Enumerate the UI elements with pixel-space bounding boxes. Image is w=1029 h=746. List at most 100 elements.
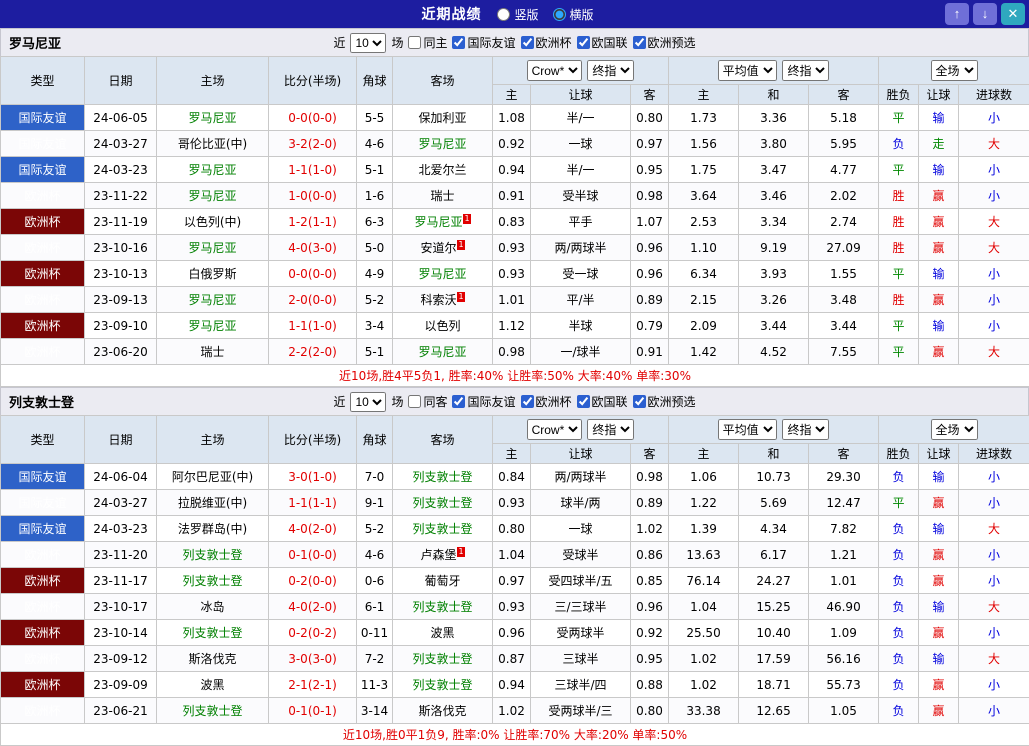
home-team[interactable]: 列支敦士登: [156, 541, 269, 568]
layout-option-vertical[interactable]: 竖版: [497, 6, 539, 23]
layout-radio-horizontal[interactable]: [552, 7, 566, 21]
recent-count-select[interactable]: 10: [350, 32, 387, 53]
col-result-goals: 进球数: [958, 443, 1029, 464]
home-team[interactable]: 瑞士: [156, 338, 269, 365]
final-odds-select-2[interactable]: 终指: [782, 60, 830, 81]
away-team[interactable]: 波黑: [392, 619, 493, 646]
scope-select[interactable]: 全场: [930, 60, 978, 81]
away-team[interactable]: 安道尔 1: [392, 234, 493, 261]
layout-radio-vertical[interactable]: [497, 7, 511, 21]
same-venue-checkbox[interactable]: [408, 36, 422, 49]
avg-odds-away: 1.05: [808, 697, 880, 724]
final-odds-select-2[interactable]: 终指: [782, 419, 830, 440]
home-team[interactable]: 法罗群岛(中): [156, 515, 269, 542]
scope-select[interactable]: 全场: [930, 419, 978, 440]
home-team[interactable]: 哥伦比亚(中): [156, 130, 269, 157]
home-team[interactable]: 以色列(中): [156, 208, 269, 235]
away-team[interactable]: 列支敦士登: [392, 645, 493, 672]
away-team[interactable]: 罗马尼亚: [392, 260, 493, 287]
away-team[interactable]: 卢森堡 1: [392, 541, 493, 568]
comp-checkbox-nations-league[interactable]: [576, 395, 590, 408]
away-team[interactable]: 北爱尔兰: [392, 156, 493, 183]
competition-badge: 欧洲杯: [0, 312, 85, 339]
comp-checkbox-nations-league[interactable]: [576, 36, 590, 49]
average-select[interactable]: 平均值: [717, 419, 777, 440]
comp-filter-euro-qualifiers[interactable]: 欧洲预选: [632, 34, 696, 51]
comp-checkbox-friendly[interactable]: [452, 395, 466, 408]
average-select[interactable]: 平均值: [717, 60, 777, 81]
match-row: 国际友谊 24-06-05 罗马尼亚 0-0(0-0) 5-5 保加利亚 1.08 半/一 0.…: [0, 104, 1029, 131]
comp-filter-euro-qualifiers[interactable]: 欧洲预选: [632, 393, 696, 410]
home-team[interactable]: 列支敦士登: [156, 697, 269, 724]
home-team[interactable]: 罗马尼亚: [156, 286, 269, 313]
comp-checkbox-euro[interactable]: [520, 36, 534, 49]
layout-option-horizontal[interactable]: 横版: [552, 6, 594, 23]
home-team[interactable]: 列支敦士登: [156, 567, 269, 594]
same-venue-filter[interactable]: 同主: [408, 34, 447, 51]
away-team[interactable]: 罗马尼亚 1: [392, 208, 493, 235]
home-team[interactable]: 阿尔巴尼亚(中): [156, 463, 269, 490]
avg-odds-draw: 3.80: [738, 130, 810, 157]
comp-filter-euro[interactable]: 欧洲杯: [520, 34, 572, 51]
comp-checkbox-euro[interactable]: [520, 395, 534, 408]
comp-filter-nations-league[interactable]: 欧国联: [576, 34, 628, 51]
away-team[interactable]: 瑞士: [392, 182, 493, 209]
result-wdl: 平: [878, 260, 920, 287]
away-team[interactable]: 列支敦士登: [392, 515, 493, 542]
home-team[interactable]: 斯洛伐克: [156, 645, 269, 672]
away-team[interactable]: 保加利亚: [392, 104, 493, 131]
away-team[interactable]: 科索沃 1: [392, 286, 493, 313]
home-team[interactable]: 白俄罗斯: [156, 260, 269, 287]
result-wdl: 平: [878, 104, 920, 131]
away-team[interactable]: 列支敦士登: [392, 593, 493, 620]
home-team[interactable]: 罗马尼亚: [156, 234, 269, 261]
final-odds-select[interactable]: 终指: [587, 60, 635, 81]
home-team[interactable]: 列支敦士登: [156, 619, 269, 646]
away-team[interactable]: 斯洛伐克: [392, 697, 493, 724]
comp-filter-euro[interactable]: 欧洲杯: [520, 393, 572, 410]
away-team[interactable]: 列支敦士登: [392, 489, 493, 516]
home-team[interactable]: 拉脱维亚(中): [156, 489, 269, 516]
recent-count-select[interactable]: 10: [350, 391, 387, 412]
home-team[interactable]: 罗马尼亚: [156, 104, 269, 131]
same-venue-filter[interactable]: 同客: [408, 393, 447, 410]
final-odds-select[interactable]: 终指: [587, 419, 635, 440]
comp-filter-friendly[interactable]: 国际友谊: [452, 393, 516, 410]
comp-checkbox-euro-qualifiers[interactable]: [632, 36, 646, 49]
home-team[interactable]: 罗马尼亚: [156, 182, 269, 209]
away-team[interactable]: 罗马尼亚: [392, 130, 493, 157]
away-team[interactable]: 罗马尼亚: [392, 338, 493, 365]
average-odds-group: 平均值 终指: [668, 56, 880, 85]
scroll-up-button[interactable]: ↑: [945, 3, 969, 25]
home-team[interactable]: 罗马尼亚: [156, 312, 269, 339]
odds-source-select[interactable]: Crow*: [526, 60, 582, 81]
scope-group: 全场: [878, 415, 1029, 444]
away-team[interactable]: 列支敦士登: [392, 671, 493, 698]
home-team[interactable]: 冰岛: [156, 593, 269, 620]
match-date: 24-06-04: [84, 463, 157, 490]
comp-filter-friendly[interactable]: 国际友谊: [452, 34, 516, 51]
away-team[interactable]: 葡萄牙: [392, 567, 493, 594]
comp-checkbox-friendly[interactable]: [452, 36, 466, 49]
match-date: 24-03-27: [84, 489, 157, 516]
corner-count: 5-0: [356, 234, 393, 261]
result-wdl: 胜: [878, 234, 920, 261]
scroll-down-button[interactable]: ↓: [973, 3, 997, 25]
col-result-handicap: 让球: [918, 84, 960, 105]
comp-checkbox-euro-qualifiers[interactable]: [632, 395, 646, 408]
home-team[interactable]: 罗马尼亚: [156, 156, 269, 183]
corner-count: 4-6: [356, 541, 393, 568]
page-title: 近期战绩: [421, 7, 482, 23]
handicap-line: 平手: [530, 208, 631, 235]
recent-label: 近: [333, 36, 346, 50]
away-team[interactable]: 以色列: [392, 312, 493, 339]
odds-home: 1.04: [492, 541, 531, 568]
result-handicap: 走: [918, 130, 960, 157]
comp-filter-nations-league[interactable]: 欧国联: [576, 393, 628, 410]
match-date: 24-06-05: [84, 104, 157, 131]
odds-source-select[interactable]: Crow*: [526, 419, 582, 440]
same-venue-checkbox[interactable]: [408, 395, 422, 408]
away-team[interactable]: 列支敦士登: [392, 463, 493, 490]
close-button[interactable]: ✕: [1001, 3, 1025, 25]
home-team[interactable]: 波黑: [156, 671, 269, 698]
